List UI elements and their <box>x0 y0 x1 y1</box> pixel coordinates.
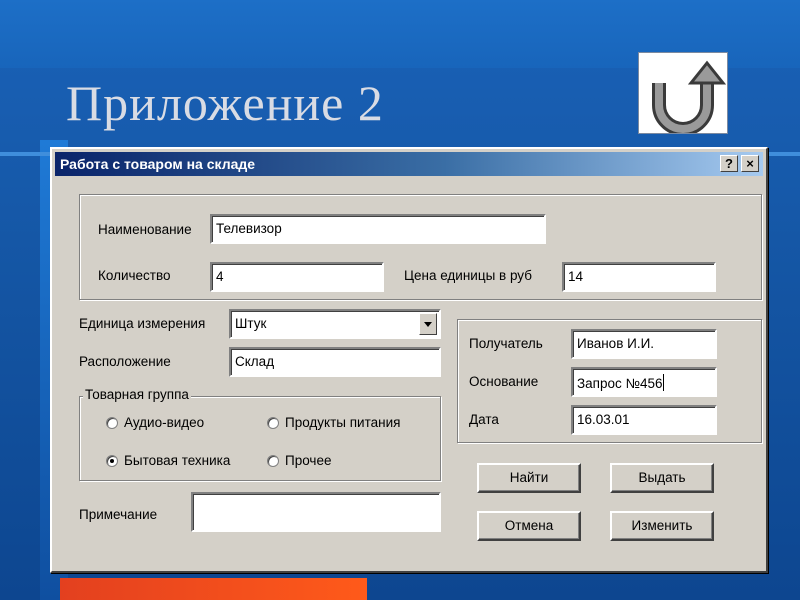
unit-select[interactable]: Штук <box>229 309 441 339</box>
note-label: Примечание <box>79 507 158 522</box>
category-group-caption: Товарная группа <box>83 387 191 402</box>
location-field[interactable]: Склад <box>229 347 441 377</box>
unit-label: Единица измерения <box>79 316 206 331</box>
note-field[interactable] <box>191 492 441 532</box>
cancel-button[interactable]: Отмена <box>477 511 581 541</box>
chevron-down-icon[interactable] <box>419 313 437 335</box>
back-button[interactable] <box>638 52 728 134</box>
date-field[interactable]: 16.03.01 <box>571 405 717 435</box>
recipient-field[interactable]: Иванов И.И. <box>571 329 717 359</box>
radio-audio-video-label: Аудио-видео <box>124 415 205 430</box>
radio-other-label: Прочее <box>285 453 332 468</box>
return-arrow-icon <box>652 60 727 133</box>
help-button[interactable]: ? <box>720 155 738 172</box>
date-label: Дата <box>469 412 499 427</box>
name-label: Наименование <box>98 222 192 237</box>
change-button[interactable]: Изменить <box>610 511 714 541</box>
radio-appliances-label: Бытовая техника <box>124 453 231 468</box>
basis-label: Основание <box>469 374 539 389</box>
radio-other[interactable] <box>267 455 279 467</box>
location-label: Расположение <box>79 354 171 369</box>
dialog-title: Работа с товаром на складе <box>60 156 256 172</box>
warehouse-dialog: Работа с товаром на складе ? × Наименова… <box>50 147 768 573</box>
radio-food-label: Продукты питания <box>285 415 401 430</box>
radio-appliances[interactable] <box>106 455 118 467</box>
radio-audio-video[interactable] <box>106 417 118 429</box>
basis-field-value: Запрос №456 <box>577 376 663 391</box>
text-cursor <box>662 374 664 391</box>
price-field[interactable]: 14 <box>562 262 716 292</box>
radio-food[interactable] <box>267 417 279 429</box>
recipient-label: Получатель <box>469 336 543 351</box>
accent-strip <box>60 578 367 600</box>
slide-title: Приложение 2 <box>66 75 384 131</box>
name-field[interactable]: Телевизор <box>210 214 546 244</box>
basis-field[interactable]: Запрос №456 <box>571 367 717 397</box>
close-button[interactable]: × <box>741 155 759 172</box>
unit-select-value: Штук <box>235 316 267 331</box>
find-button[interactable]: Найти <box>477 463 581 493</box>
dialog-titlebar: Работа с товаром на складе ? × <box>55 152 763 176</box>
quantity-label: Количество <box>98 268 171 283</box>
price-label: Цена единицы в руб <box>404 268 532 283</box>
quantity-field[interactable]: 4 <box>210 262 384 292</box>
issue-button[interactable]: Выдать <box>610 463 714 493</box>
category-group <box>79 396 441 481</box>
